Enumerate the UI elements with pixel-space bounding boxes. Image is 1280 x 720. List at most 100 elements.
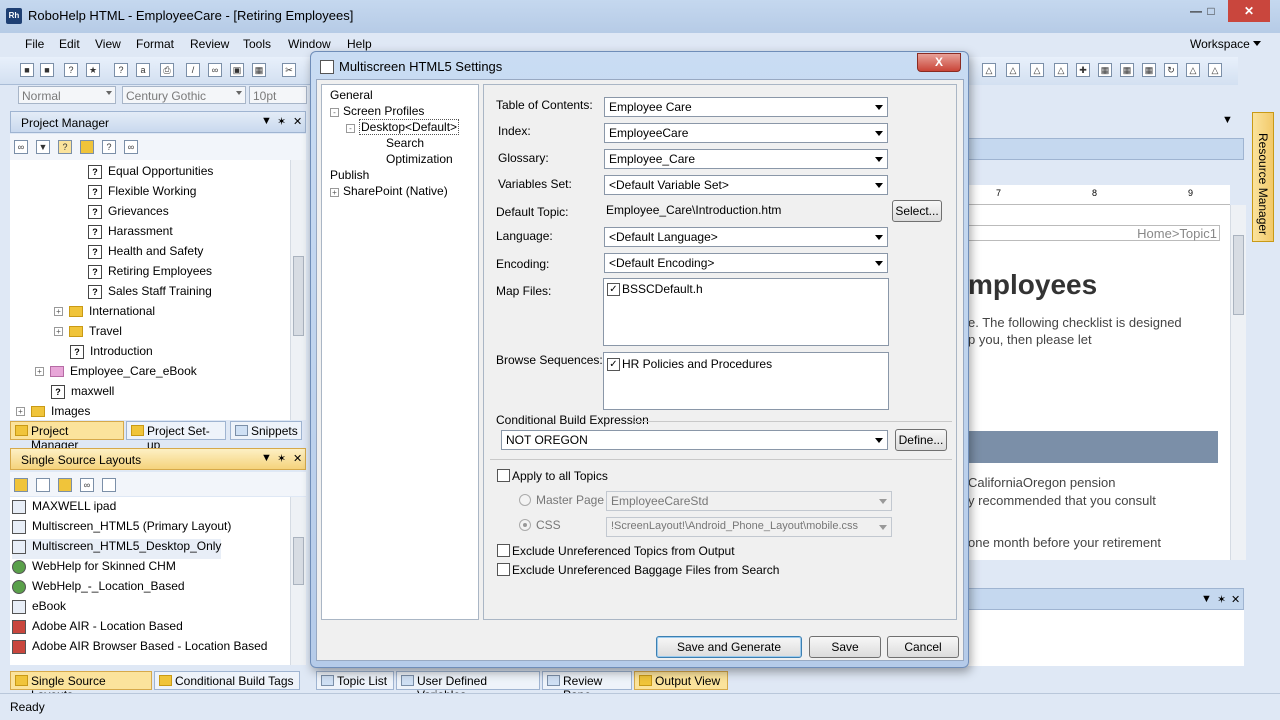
save-button[interactable]: Save — [809, 636, 881, 658]
menu-file[interactable]: File — [25, 37, 44, 51]
css-dropdown[interactable]: !ScreenLayout!\Android_Phone_Layout\mobi… — [606, 517, 892, 537]
table-icon[interactable]: ▦ — [252, 63, 266, 77]
tree-folder[interactable]: + Employee_Care_eBook — [35, 364, 197, 384]
filter-icon[interactable]: ▼ — [36, 140, 50, 154]
nav-desktop[interactable]: - Desktop<Default> — [346, 119, 460, 135]
save-icon[interactable]: ■ — [20, 63, 34, 77]
editor-document[interactable]: Home>Topic1 mployees e. The following ch… — [968, 205, 1230, 560]
abc-icon[interactable]: a — [136, 63, 150, 77]
tab-snippets[interactable]: Snippets — [230, 421, 302, 440]
bookmark-icon[interactable]: ∞ — [208, 63, 222, 77]
menu-edit[interactable]: Edit — [59, 37, 80, 51]
list-item[interactable]: MAXWELL ipad — [12, 499, 116, 519]
size-combo[interactable]: 10pt — [249, 86, 307, 104]
workspace-menu[interactable]: Workspace — [1190, 37, 1250, 51]
toolbar-icon-e[interactable]: ✚ — [1076, 63, 1090, 77]
cbe-dropdown[interactable]: NOT OREGON — [501, 430, 888, 450]
pane-menu-icon[interactable]: ▼ — [261, 452, 272, 464]
refresh-icon[interactable]: ↻ — [1164, 63, 1178, 77]
language-dropdown[interactable]: <Default Language> — [604, 227, 888, 247]
new-layout-icon[interactable] — [14, 478, 28, 492]
tab-topic-list[interactable]: Topic List — [316, 671, 394, 690]
workspace-dropdown-icon[interactable] — [1253, 41, 1261, 46]
binoculars-icon[interactable]: ∞ — [14, 140, 28, 154]
tree-folder[interactable]: + Travel — [54, 324, 122, 344]
help-folder-icon[interactable]: ? — [58, 140, 72, 154]
list-item[interactable]: WebHelp for Skinned CHM — [12, 559, 176, 579]
menu-review[interactable]: Review — [190, 37, 229, 51]
layouts-scrollbar[interactable] — [290, 497, 306, 665]
expand-icon[interactable]: + — [54, 327, 63, 337]
nav-general[interactable]: General — [330, 88, 373, 102]
pin-icon[interactable]: ✶ — [277, 452, 286, 465]
dialog-close-button[interactable]: X — [917, 53, 961, 72]
menu-window[interactable]: Window — [288, 37, 331, 51]
save-all-icon[interactable]: ■ — [40, 63, 54, 77]
toolbar-icon-d[interactable]: △ — [1054, 63, 1068, 77]
toolbar-icon-i[interactable]: △ — [1186, 63, 1200, 77]
scroll-thumb[interactable] — [293, 537, 304, 585]
select-button[interactable]: Select... — [892, 200, 942, 222]
tree-scrollbar[interactable] — [290, 160, 306, 420]
master-page-dropdown[interactable]: EmployeeCareStd — [606, 491, 892, 511]
nav-screen-profiles[interactable]: - Screen Profiles — [330, 104, 424, 118]
expand-icon[interactable]: + — [16, 407, 25, 417]
tree-item[interactable]: ? Harassment — [88, 224, 173, 244]
toolbar-icon-h[interactable]: ▦ — [1142, 63, 1156, 77]
publish-icon[interactable] — [102, 478, 116, 492]
save-and-generate-button[interactable]: Save and Generate — [656, 636, 802, 658]
map-files-list[interactable]: ✓ BSSCDefault.h — [603, 278, 889, 346]
tab-project-manager[interactable]: Project Manager — [10, 421, 124, 452]
font-combo[interactable]: Century Gothic — [122, 86, 246, 104]
tab-conditional-build-tags[interactable]: Conditional Build Tags — [154, 671, 300, 690]
define-button[interactable]: Define... — [895, 429, 947, 451]
view-icon[interactable]: ∞ — [80, 478, 94, 492]
pane-menu-icon[interactable]: ▼ — [1201, 593, 1212, 605]
apply-all-checkbox[interactable] — [497, 469, 510, 482]
tree-item[interactable]: ? Introduction — [70, 344, 153, 364]
tree-item[interactable]: ? Sales Staff Training — [88, 284, 212, 304]
close-window-icon[interactable]: ✕ — [1228, 0, 1270, 22]
print-icon[interactable]: ⎙ — [160, 63, 174, 77]
tab-single-source-layouts[interactable]: Single Source Layouts — [10, 671, 152, 702]
editor-menu-icon[interactable]: ▼ — [1222, 114, 1233, 126]
browse-sequence-checkbox[interactable]: ✓ — [607, 358, 620, 371]
cut-icon[interactable]: ✂ — [282, 63, 296, 77]
tree-item[interactable]: ? Health and Safety — [88, 244, 203, 264]
resource-manager-tab[interactable]: Resource Manager — [1252, 112, 1274, 242]
collapse-icon[interactable]: - — [330, 108, 339, 117]
glossary-dropdown[interactable]: Employee_Care — [604, 149, 888, 169]
tree-folder[interactable]: + Images — [16, 404, 90, 420]
spell-check-icon[interactable]: ? — [64, 63, 78, 77]
duplicate-icon[interactable] — [36, 478, 50, 492]
menu-help[interactable]: Help — [347, 37, 372, 51]
css-radio[interactable] — [519, 519, 531, 531]
list-item-selected[interactable]: Multiscreen_HTML5_Desktop_Only — [12, 539, 222, 559]
compile-icon[interactable]: ★ — [86, 63, 100, 77]
toolbar-icon-f[interactable]: ▦ — [1098, 63, 1112, 77]
nav-search[interactable]: Search — [386, 136, 424, 150]
topic-icon[interactable]: ? — [102, 140, 116, 154]
nav-sharepoint[interactable]: + SharePoint (Native) — [330, 184, 448, 198]
browse-sequences-list[interactable]: ✓ HR Policies and Procedures — [603, 352, 889, 410]
list-item[interactable]: WebHelp_-_Location_Based — [12, 579, 185, 599]
toc-dropdown[interactable]: Employee Care — [604, 97, 888, 117]
find-topic-icon[interactable]: ∞ — [124, 140, 138, 154]
master-page-radio[interactable] — [519, 494, 531, 506]
tab-review-pane[interactable]: Review Pane — [542, 671, 632, 702]
index-dropdown[interactable]: EmployeeCare — [604, 123, 888, 143]
list-item[interactable]: Adobe AIR Browser Based - Location Based — [12, 639, 267, 659]
maximize-icon[interactable]: □ — [1196, 0, 1226, 22]
tab-project-setup[interactable]: Project Set-up — [126, 421, 226, 452]
pane-close-icon[interactable]: ✕ — [1231, 593, 1240, 606]
tree-item[interactable]: ? maxwell — [51, 384, 114, 404]
variables-dropdown[interactable]: <Default Variable Set> — [604, 175, 888, 195]
help-topic-icon[interactable]: ? — [114, 63, 128, 77]
scroll-thumb[interactable] — [1233, 235, 1244, 315]
editor-scrollbar[interactable] — [1230, 205, 1246, 560]
expand-icon[interactable]: + — [54, 307, 63, 317]
style-combo[interactable]: Normal — [18, 86, 116, 104]
tree-folder[interactable]: + International — [54, 304, 155, 324]
tree-item[interactable]: ? Flexible Working — [88, 184, 196, 204]
expand-icon[interactable]: + — [330, 188, 339, 197]
